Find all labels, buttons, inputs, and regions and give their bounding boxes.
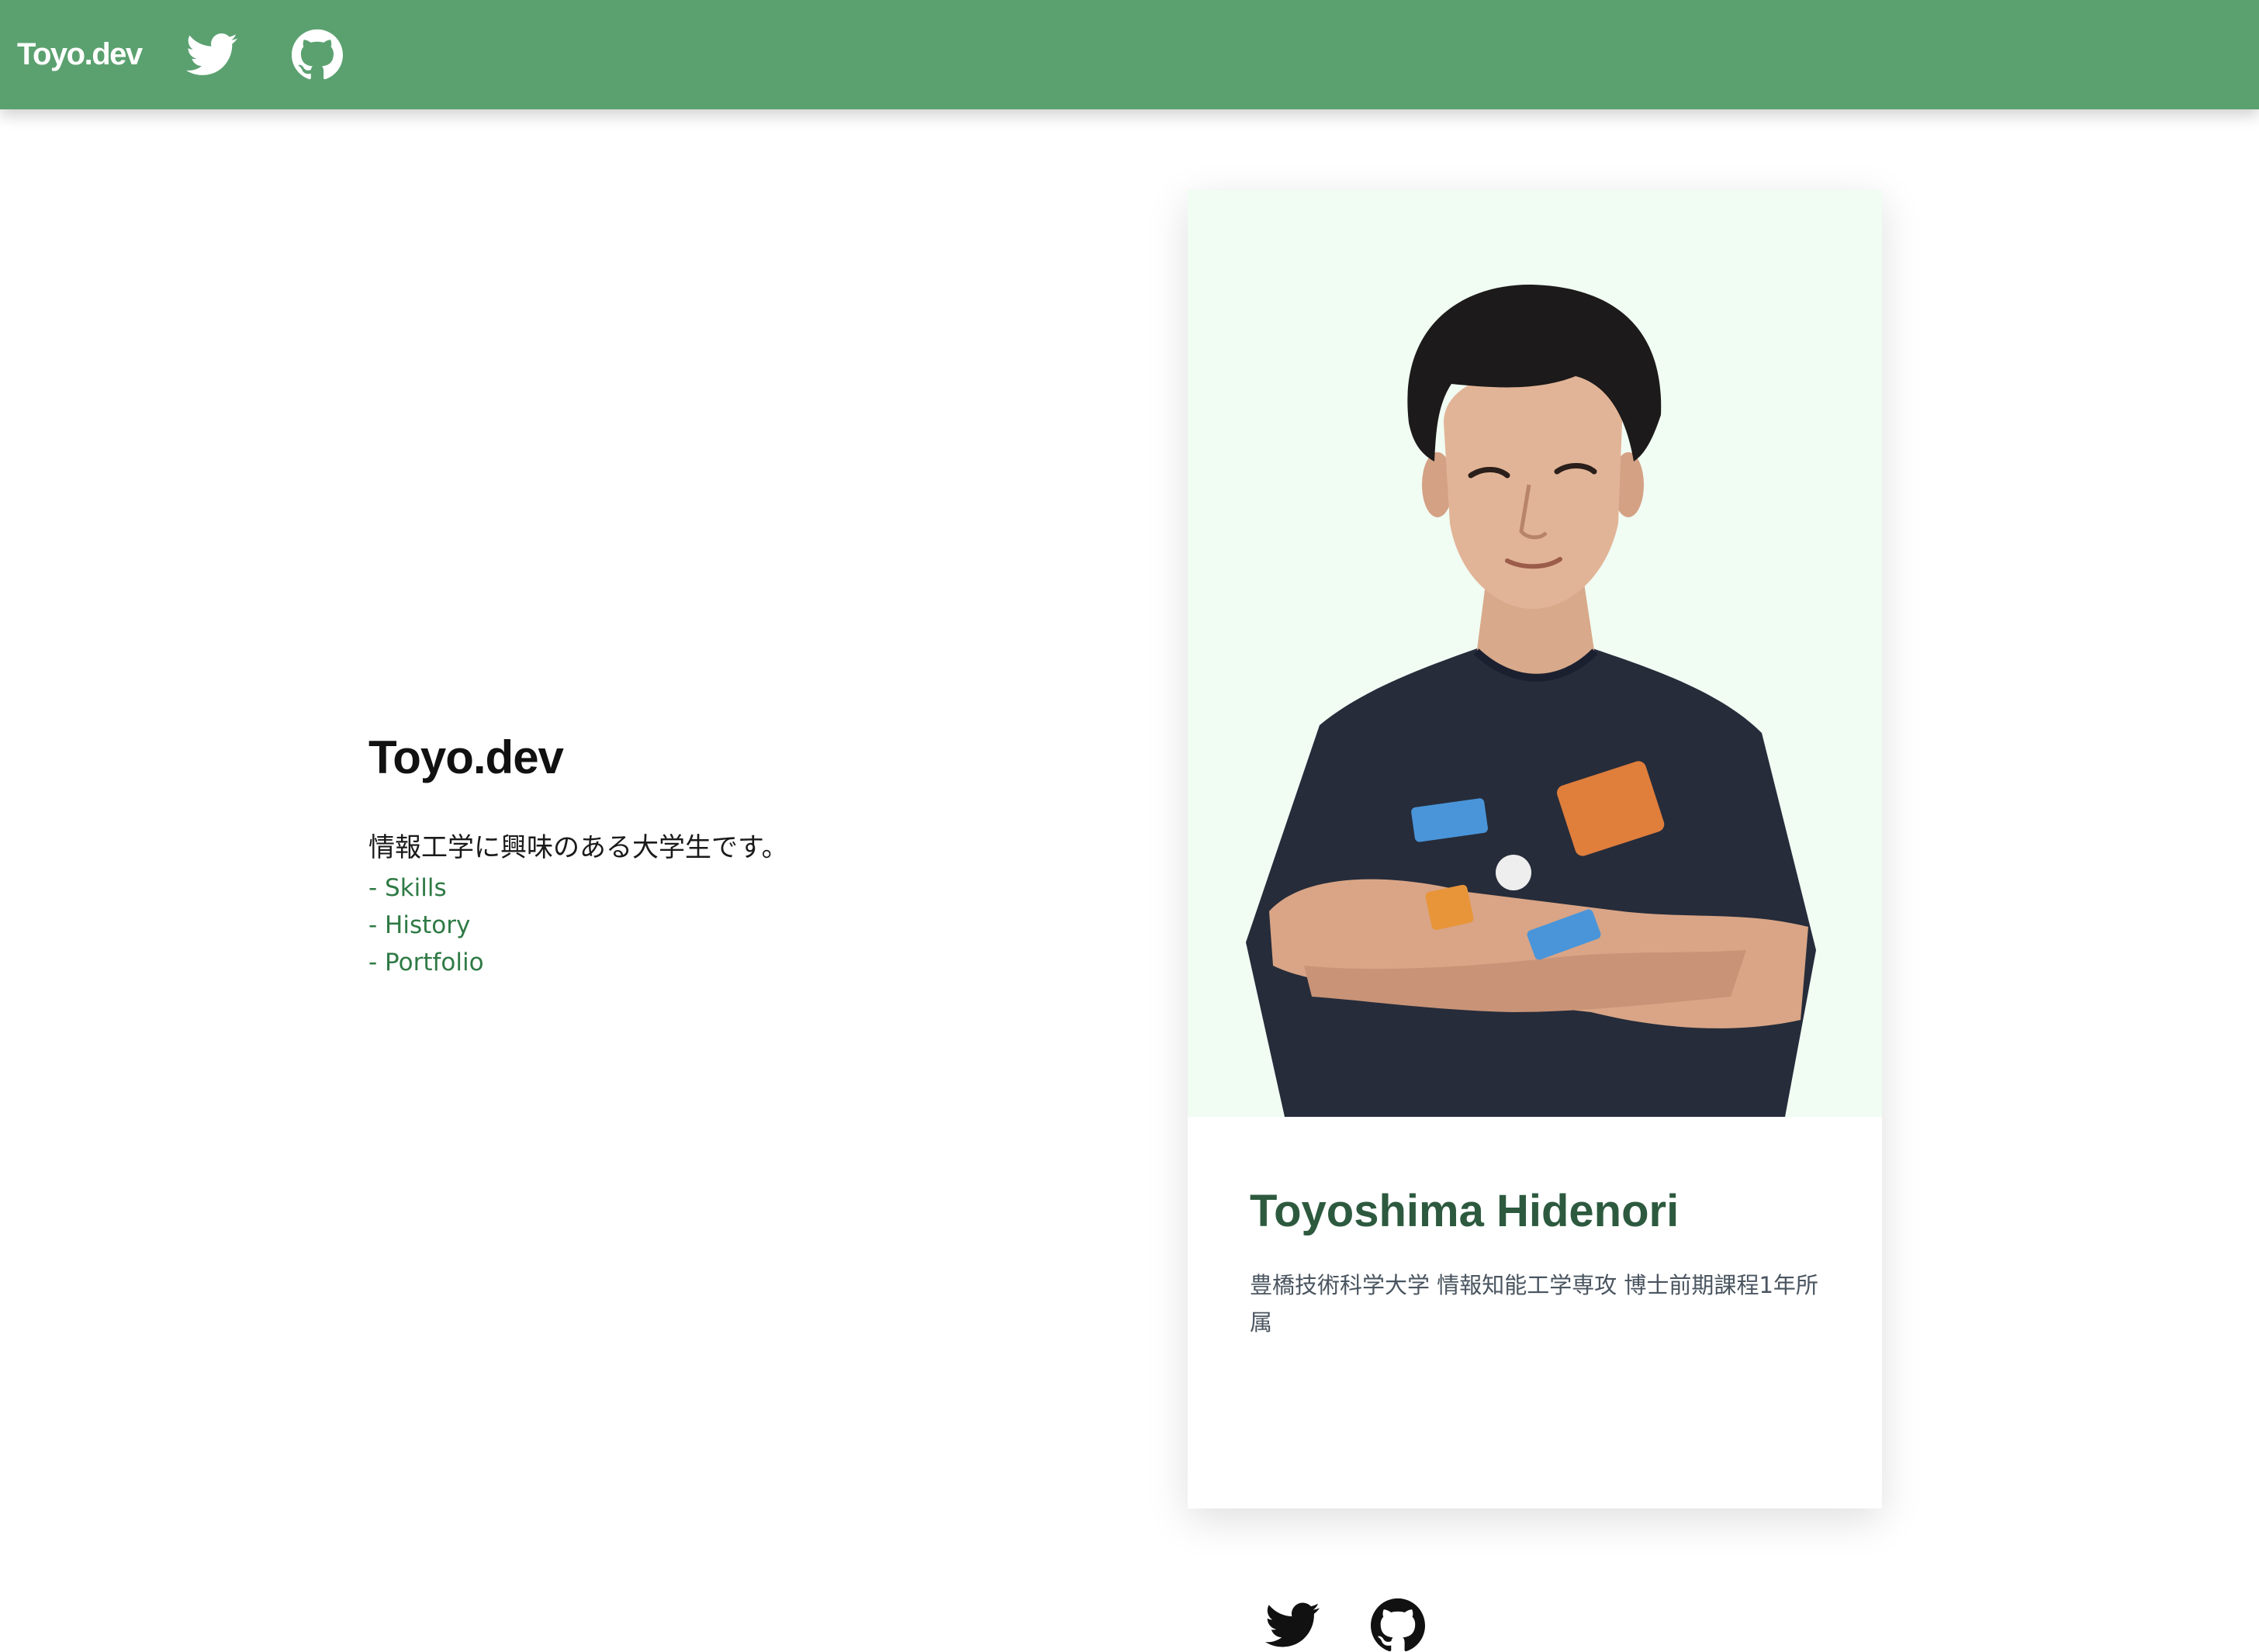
hero-description: 情報工学に興味のある大学生です。: [368, 832, 788, 863]
link-portfolio[interactable]: - Portfolio: [368, 944, 958, 981]
twitter-icon[interactable]: [1265, 1598, 1320, 1652]
link-history[interactable]: - History: [368, 907, 958, 944]
link-skills[interactable]: - Skills: [368, 869, 958, 907]
hero-link-list: - Skills - History - Portfolio: [368, 869, 958, 981]
twitter-icon[interactable]: [186, 29, 237, 80]
top-navbar: Toyo.dev: [0, 0, 2259, 109]
profile-name: Toyoshima Hidenori: [1250, 1186, 1680, 1236]
github-icon[interactable]: [292, 29, 343, 80]
hero-title: Toyo.dev: [368, 731, 564, 783]
profile-card: Toyoshima Hidenori 豊橋技術科学大学 情報知能工学専攻 博士前…: [1188, 190, 1882, 1652]
profile-affiliation: 豊橋技術科学大学 情報知能工学専攻 博士前期課程1年所属: [1250, 1272, 1818, 1336]
hero-section: Toyo.dev 情報工学に興味のある大学生です。 - Skills - His…: [368, 725, 958, 981]
profile-photo: [1188, 190, 1882, 1117]
brand-logo[interactable]: Toyo.dev: [17, 31, 143, 78]
github-icon[interactable]: [1371, 1598, 1425, 1652]
